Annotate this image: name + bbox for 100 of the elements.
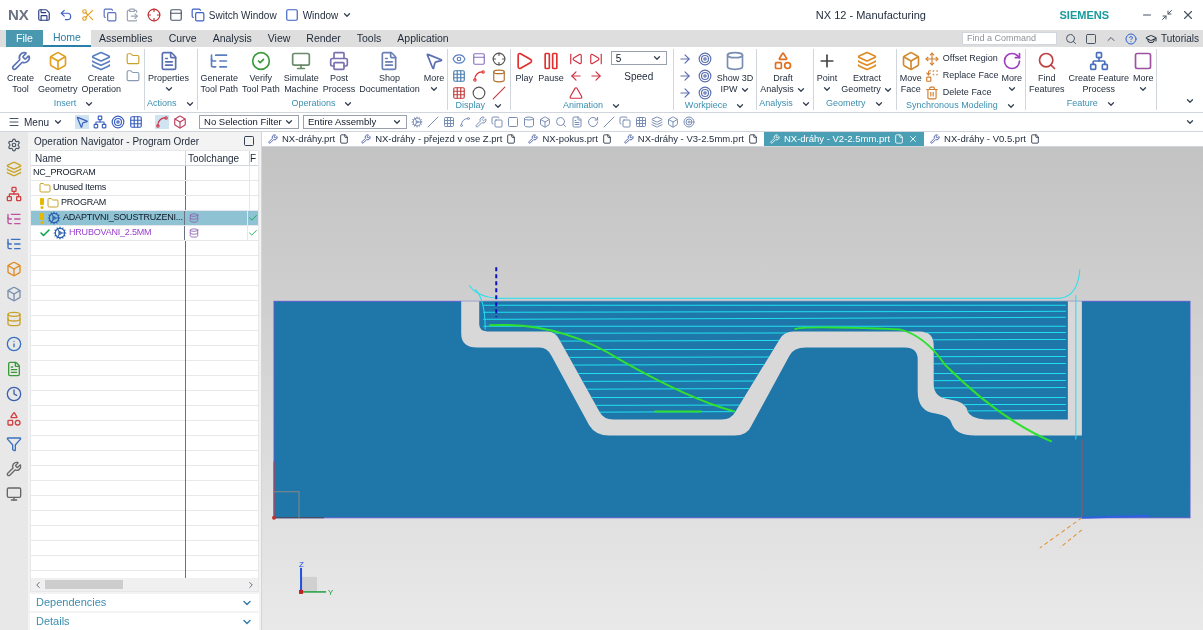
ribbon-command[interactable]: Simulate Machine: [282, 51, 320, 95]
ribbon-command[interactable]: Extract Geometry: [840, 51, 894, 95]
caret-icon[interactable]: [163, 84, 174, 94]
document-icon[interactable]: [6, 361, 22, 377]
ribbon-command[interactable]: Properties: [147, 51, 191, 84]
tree-row[interactable]: HRUBOVANI_2.5MM: [31, 226, 258, 241]
crosshair-icon[interactable]: [146, 8, 161, 22]
toolbar-icon[interactable]: [651, 116, 663, 128]
scrollbar-thumb[interactable]: [45, 580, 123, 589]
ribbon-command[interactable]: Pause: [537, 51, 565, 84]
ribbon-command[interactable]: Shop Documentation: [358, 51, 421, 95]
tree-row[interactable]: ADAPTIVNI_SOUSTRUZENI...: [31, 211, 258, 226]
caret-icon[interactable]: [342, 10, 353, 20]
caret-icon[interactable]: [1005, 101, 1016, 111]
caret-icon[interactable]: [651, 53, 662, 63]
ribbon-command[interactable]: Verify Tool Path: [241, 51, 281, 95]
ribbon-tab[interactable]: Render: [298, 30, 349, 47]
caret-icon[interactable]: [822, 84, 833, 94]
list-tree-icon[interactable]: [6, 236, 22, 252]
toolbar-icon[interactable]: [667, 116, 679, 128]
box-icon[interactable]: [6, 286, 22, 302]
ribbon-tab[interactable]: Home: [42, 30, 91, 47]
ribbon-tab[interactable]: Tools: [348, 30, 390, 47]
caret-icon[interactable]: [184, 99, 195, 109]
ribbon-command[interactable]: Show 3D IPW: [715, 51, 755, 95]
ribbon-command[interactable]: More: [422, 51, 446, 84]
toolbar-icon[interactable]: [459, 116, 471, 128]
toolbar-icon[interactable]: [475, 116, 487, 128]
maximize-icon[interactable]: [243, 135, 255, 147]
toolbar-icon[interactable]: [411, 116, 423, 128]
screen-icon[interactable]: [1085, 32, 1097, 45]
caret-icon[interactable]: [1185, 117, 1195, 127]
ribbon-command[interactable]: Point: [815, 51, 839, 84]
copy-icon[interactable]: [102, 8, 117, 22]
panel-icon[interactable]: [168, 8, 183, 22]
caret-icon[interactable]: [428, 84, 439, 94]
filter-icon[interactable]: [6, 436, 22, 452]
network-icon[interactable]: [6, 186, 22, 202]
grid-icon[interactable]: [129, 115, 143, 129]
command-search-field[interactable]: Find a Command: [962, 32, 1057, 45]
curve-icon[interactable]: [155, 115, 169, 129]
wrench-icon[interactable]: [6, 461, 22, 477]
ribbon-command[interactable]: Find Features: [1027, 51, 1066, 95]
scroll-left-icon[interactable]: [33, 579, 43, 590]
ribbon-command[interactable]: Delete Face: [924, 85, 999, 100]
caret-icon[interactable]: [1138, 84, 1149, 94]
toolbar-icon[interactable]: [427, 116, 439, 128]
network-icon[interactable]: [93, 115, 107, 129]
caret-icon[interactable]: [1006, 84, 1017, 94]
search-icon[interactable]: [1065, 32, 1077, 45]
undo-icon[interactable]: [58, 8, 73, 22]
pointer-icon[interactable]: [75, 115, 89, 129]
document-tab[interactable]: NX-dráhy.prt: [262, 132, 356, 146]
target-icon[interactable]: [111, 115, 125, 129]
ribbon-command[interactable]: More: [1131, 51, 1155, 84]
toolbar-icon[interactable]: [523, 116, 535, 128]
ribbon-command[interactable]: Move Face: [898, 51, 923, 95]
ribbon-tab[interactable]: Analysis: [204, 30, 260, 47]
caret-icon[interactable]: [84, 99, 95, 109]
ribbon-tab[interactable]: Assemblies: [90, 30, 161, 47]
caret-icon[interactable]: [800, 99, 811, 109]
help-icon[interactable]: [1125, 32, 1137, 45]
caret-icon[interactable]: [343, 99, 354, 109]
selection-filter-select[interactable]: No Selection Filter: [199, 115, 299, 129]
ribbon-command[interactable]: Replace Face: [924, 68, 999, 83]
ribbon-command[interactable]: Create Feature Process: [1067, 51, 1130, 95]
toolbar-icon[interactable]: [507, 116, 519, 128]
ribbon-command[interactable]: More: [1000, 51, 1023, 84]
ribbon-command[interactable]: Create Tool: [6, 51, 35, 95]
caret-icon[interactable]: [53, 117, 63, 127]
column-header[interactable]: F: [250, 151, 258, 165]
window-menu[interactable]: Window: [284, 7, 353, 23]
caret-icon[interactable]: [284, 117, 294, 127]
toolbar-icon[interactable]: [539, 116, 551, 128]
menu-button[interactable]: Menu: [8, 114, 63, 130]
toolbar-icon[interactable]: [443, 116, 455, 128]
ribbon-command[interactable]: Draft Analysis: [759, 51, 807, 95]
caret-icon[interactable]: [1105, 99, 1116, 109]
toolbar-icon[interactable]: [635, 116, 647, 128]
ribbon-tab[interactable]: Curve: [160, 30, 205, 47]
tutorials-button[interactable]: Tutorials: [1145, 31, 1199, 46]
save-icon[interactable]: [36, 8, 51, 22]
ribbon-command[interactable]: Create Geometry: [37, 51, 79, 95]
panel-section-header[interactable]: Details: [30, 613, 259, 630]
info-icon[interactable]: [6, 336, 22, 352]
paste-icon[interactable]: [124, 8, 139, 22]
document-tab[interactable]: NX-pokus.prt: [522, 132, 618, 146]
toolbar-icon[interactable]: [571, 116, 583, 128]
column-header[interactable]: Name: [31, 151, 186, 165]
document-tab[interactable]: NX-dráhy - V3-2.5mm.prt: [617, 132, 764, 146]
restore-icon[interactable]: [1161, 9, 1173, 21]
tree-row[interactable]: PROGRAM: [31, 196, 258, 211]
clock-icon[interactable]: [6, 386, 22, 402]
tree-row[interactable]: Unused Items: [31, 181, 258, 196]
scroll-right-icon[interactable]: [246, 579, 256, 590]
caret-icon[interactable]: [611, 101, 621, 111]
tree-row[interactable]: NC_PROGRAM: [31, 166, 258, 181]
monitor-icon[interactable]: [6, 486, 22, 502]
toolbar-icon[interactable]: [587, 116, 599, 128]
caret-icon[interactable]: [392, 117, 402, 127]
